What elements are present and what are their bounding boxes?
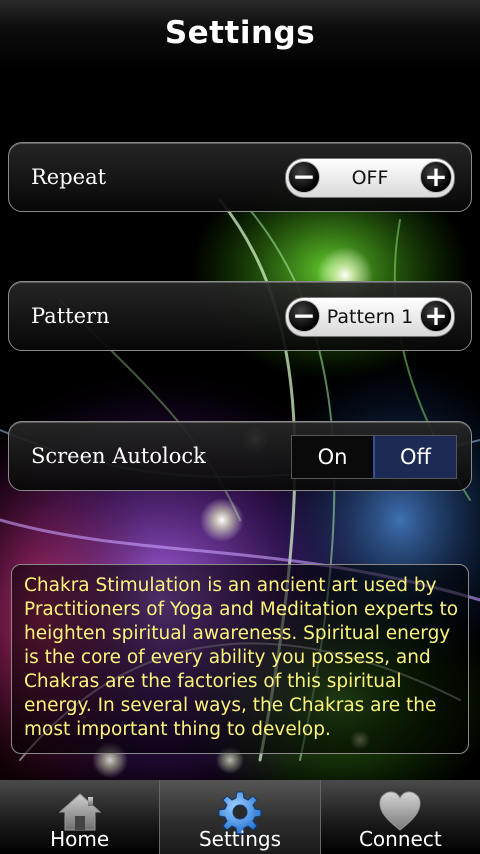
autolock-label: Screen Autolock xyxy=(31,444,206,468)
repeat-plus-button[interactable]: + xyxy=(420,161,452,193)
tab-home[interactable]: Home xyxy=(0,780,159,854)
tab-connect[interactable]: Connect xyxy=(321,780,480,854)
autolock-on-option[interactable]: On xyxy=(292,436,373,478)
autolock-toggle: On Off xyxy=(291,435,457,479)
repeat-label: Repeat xyxy=(31,165,107,189)
autolock-off-option[interactable]: Off xyxy=(373,436,456,478)
page-title: Settings xyxy=(164,15,316,51)
bottom-tab-bar: Home Settings Connect xyxy=(0,780,480,854)
repeat-value: OFF xyxy=(351,167,389,189)
repeat-stepper: − OFF + xyxy=(285,158,455,198)
description-text: Chakra Stimulation is an ancient art use… xyxy=(24,575,459,740)
pattern-value: Pattern 1 xyxy=(326,306,414,328)
repeat-minus-button[interactable]: − xyxy=(288,161,320,193)
tab-settings-label: Settings xyxy=(198,827,281,851)
description-box: Chakra Stimulation is an ancient art use… xyxy=(11,564,469,754)
repeat-setting-row: Repeat − OFF + xyxy=(8,142,472,212)
tab-connect-label: Connect xyxy=(358,827,442,851)
pattern-minus-button[interactable]: − xyxy=(288,300,320,332)
tab-home-label: Home xyxy=(50,827,110,851)
title-bar: Settings xyxy=(0,0,480,72)
tab-settings[interactable]: Settings xyxy=(159,780,321,854)
autolock-setting-row: Screen Autolock On Off xyxy=(8,421,472,491)
pattern-plus-button[interactable]: + xyxy=(420,300,452,332)
pattern-label: Pattern xyxy=(31,304,110,328)
pattern-stepper: − Pattern 1 + xyxy=(285,297,455,337)
pattern-setting-row: Pattern − Pattern 1 + xyxy=(8,281,472,351)
